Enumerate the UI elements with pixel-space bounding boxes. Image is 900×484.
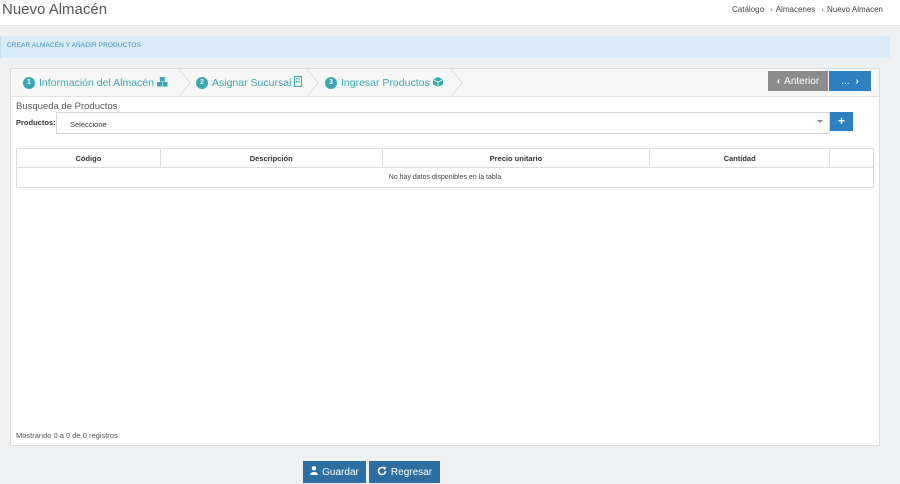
products-label: Productos:: [16, 118, 56, 127]
save-label: Guardar: [322, 466, 359, 478]
table-header-row: Código Descripción Precio unitario Canti…: [16, 148, 874, 168]
table-info: Mostrando 0 a 0 de 0 registros: [16, 431, 118, 440]
cube-icon: [432, 76, 443, 90]
back-label: Regresar: [390, 466, 433, 478]
step-number: 3: [325, 77, 337, 89]
next-label: ...: [841, 75, 850, 87]
next-button[interactable]: ... ›: [829, 71, 871, 91]
column-descripcion[interactable]: Descripción: [159, 148, 383, 168]
step-number: 2: [196, 77, 208, 89]
column-precio[interactable]: Precio unitario: [381, 148, 651, 168]
breadcrumb-separator: ›: [770, 5, 773, 14]
refresh-icon: [377, 466, 387, 479]
wizard-panel: 1 Información del Almacén 2 Asignar Sucu…: [10, 68, 880, 446]
page-gutter: [890, 36, 900, 448]
step-label: Información del Almacén: [39, 77, 154, 89]
add-product-button[interactable]: +: [830, 112, 853, 131]
products-select[interactable]: Seleccione: [56, 112, 830, 134]
search-title: Busqueda de Productos: [16, 101, 118, 112]
section-header: CREAR ALMACÉN Y AÑADIR PRODUCTOS: [0, 36, 890, 58]
chevron-right-icon: ›: [855, 75, 859, 87]
step-label: Ingresar Productos: [341, 77, 430, 89]
cubes-icon: [156, 76, 168, 90]
caret-down-icon: [817, 120, 823, 123]
step-productos[interactable]: 3 Ingresar Productos: [325, 69, 443, 97]
step-informacion[interactable]: 1 Información del Almacén: [23, 69, 168, 97]
back-button[interactable]: Regresar: [369, 461, 440, 483]
save-button[interactable]: Guardar: [303, 461, 366, 483]
page-header: Nuevo Almacén Catálogo › Almacenes › Nuevo A…: [0, 0, 900, 26]
empty-table-message: No hay datos disponibles en la tabla: [16, 167, 874, 188]
section-title: CREAR ALMACÉN Y AÑADIR PRODUCTOS: [7, 42, 141, 49]
step-number: 1: [23, 77, 35, 89]
previous-label: Anterior: [784, 75, 820, 87]
wizard-steps: 1 Información del Almacén 2 Asignar Sucu…: [11, 69, 879, 97]
breadcrumb-almacenes[interactable]: Almacenes: [776, 5, 816, 14]
breadcrumb-catalogo[interactable]: Catálogo: [732, 5, 764, 14]
step-divider: [179, 69, 191, 97]
column-cantidad[interactable]: Cantidad: [649, 148, 831, 168]
plus-icon: +: [837, 114, 845, 128]
step-divider: [307, 69, 319, 97]
breadcrumb-current: Nuevo Almacen: [826, 5, 883, 14]
table-row: No hay datos disponibles en la tabla: [16, 167, 874, 188]
page-title: Nuevo Almacén: [2, 1, 108, 18]
products-select-value: Seleccione: [70, 120, 107, 129]
previous-button[interactable]: ‹ Anterior: [768, 71, 828, 91]
products-table: Código Descripción Precio unitario Canti…: [16, 148, 874, 188]
step-divider: [451, 69, 463, 97]
column-actions: [829, 148, 874, 168]
step-label: Asignar Sucursal: [212, 77, 292, 89]
step-sucursal[interactable]: 2 Asignar Sucursal: [196, 69, 303, 97]
building-icon: [294, 76, 303, 90]
user-icon: [310, 466, 319, 478]
breadcrumb: Catálogo › Almacenes › Nuevo Almacen: [732, 5, 883, 14]
breadcrumb-separator: ›: [821, 5, 824, 14]
column-codigo[interactable]: Código: [16, 148, 161, 168]
chevron-left-icon: ‹: [776, 75, 781, 87]
